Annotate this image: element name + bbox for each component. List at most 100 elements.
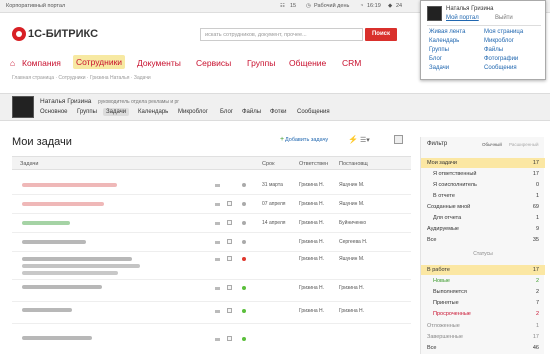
nav-home-icon[interactable]: ⌂ xyxy=(10,58,15,68)
subnav-blog[interactable]: Блог xyxy=(220,109,233,115)
status-item-completed[interactable]: Завершенные 17 xyxy=(421,332,545,342)
task-menu-icon[interactable] xyxy=(215,338,220,341)
task-responsible[interactable]: Гризина Н. xyxy=(299,201,324,207)
workday-icon[interactable]: ◷ xyxy=(306,3,311,9)
popup-link-messages[interactable]: Сообщения xyxy=(484,65,517,71)
nav-services[interactable]: Сервисы xyxy=(196,58,231,68)
column-deadline[interactable]: Срок xyxy=(262,161,275,167)
filter-item-coexecutor[interactable]: Я соисполнитель 0 xyxy=(421,180,545,190)
nav-groups[interactable]: Группы xyxy=(247,58,275,68)
subnav-files[interactable]: Файлы xyxy=(242,109,261,115)
task-creator[interactable]: Яшунин М. xyxy=(339,182,364,188)
task-creator[interactable]: Буйниченко xyxy=(339,220,366,226)
task-responsible[interactable]: Гризина Н. xyxy=(299,285,324,291)
task-menu-icon[interactable] xyxy=(215,222,220,225)
filter-mode-extended[interactable]: Расширенный xyxy=(509,142,538,147)
subnav-main[interactable]: Основное xyxy=(40,109,68,115)
popup-link-calendar[interactable]: Календарь xyxy=(429,38,459,44)
table-row[interactable]: Гризина Н. Яшунин М. xyxy=(12,252,411,280)
column-task[interactable]: Задачи xyxy=(20,161,38,167)
popup-link-blog[interactable]: Блог xyxy=(429,56,442,62)
profile-name[interactable]: Наталья Гризина xyxy=(40,98,91,105)
play-icon[interactable] xyxy=(227,336,232,341)
table-row[interactable]: Гризина Н. Гризина Н. xyxy=(12,280,411,302)
popup-link-microblog[interactable]: Микроблог xyxy=(484,38,514,44)
play-icon[interactable] xyxy=(227,239,232,244)
popup-link-files[interactable]: Файлы xyxy=(484,47,503,53)
column-responsible[interactable]: Ответствен xyxy=(299,161,328,167)
popup-link-my-page[interactable]: Моя страница xyxy=(484,29,523,35)
search-button[interactable]: Поиск xyxy=(365,28,397,41)
notification-icon[interactable]: ☷ xyxy=(280,3,285,9)
status-item-deferred[interactable]: Отложенные 1 xyxy=(421,321,545,331)
filter-item-created-by-me[interactable]: Созданные мной 69 xyxy=(421,202,545,212)
task-title-blurred[interactable] xyxy=(22,240,86,244)
task-title-blurred[interactable] xyxy=(22,257,132,261)
add-icon[interactable]: + xyxy=(280,136,284,143)
task-responsible[interactable]: Гризина Н. xyxy=(299,239,324,245)
nav-employees[interactable]: Сотрудники xyxy=(73,55,126,69)
filter-item-responsible[interactable]: Я ответственный 17 xyxy=(421,169,545,179)
nav-communication[interactable]: Общение xyxy=(289,58,326,68)
filter-item-audited[interactable]: Аудируемые 9 xyxy=(421,224,545,234)
task-creator[interactable]: Яшунин М. xyxy=(339,256,364,262)
subnav-microblog[interactable]: Микроблог xyxy=(178,109,208,115)
table-row[interactable]: Гризина Н. Сергеева Н. xyxy=(12,233,411,252)
workday-status[interactable]: Рабочий день xyxy=(314,3,349,9)
filter-item-for-report[interactable]: Для отчета 1 xyxy=(421,213,545,223)
task-title-blurred[interactable] xyxy=(22,202,104,206)
nav-company[interactable]: Компания xyxy=(22,58,61,68)
play-icon[interactable] xyxy=(227,201,232,206)
task-creator[interactable]: Сергеева Н. xyxy=(339,239,367,245)
table-row[interactable]: 07 апреля Гризина Н. Яшунин М. xyxy=(12,195,411,214)
popup-link-tasks[interactable]: Задачи xyxy=(429,65,449,71)
logo-text[interactable]: 1С-БИТРИКС xyxy=(28,28,98,40)
avatar[interactable] xyxy=(12,96,34,118)
task-responsible[interactable]: Гризина Н. xyxy=(299,308,324,314)
bell-icon[interactable]: ◆ xyxy=(388,3,392,9)
breadcrumb[interactable]: Главная страница · Сотрудники · Гризина … xyxy=(12,75,151,81)
task-menu-icon[interactable] xyxy=(215,203,220,206)
portal-name[interactable]: Корпоративный портал xyxy=(6,3,65,9)
play-icon[interactable] xyxy=(227,308,232,313)
search-input[interactable]: искать сотрудников, документ, прочее... xyxy=(200,28,363,41)
logout-link[interactable]: Выйти xyxy=(495,15,513,21)
filter-mode-normal[interactable]: Обычный xyxy=(482,142,502,147)
popup-link-live-feed[interactable]: Живая лента xyxy=(429,29,465,35)
subnav-photos[interactable]: Фотки xyxy=(270,109,287,115)
popup-link-groups[interactable]: Группы xyxy=(429,47,449,53)
task-menu-icon[interactable] xyxy=(215,184,220,187)
nav-documents[interactable]: Документы xyxy=(137,58,181,68)
popup-avatar[interactable] xyxy=(427,6,442,21)
bitrix-logo-icon[interactable] xyxy=(12,27,26,41)
task-title-blurred[interactable] xyxy=(22,285,102,289)
task-creator[interactable]: Гризина Н. xyxy=(339,285,364,291)
task-menu-icon[interactable] xyxy=(215,310,220,313)
filter-item-all[interactable]: Все 35 xyxy=(421,235,545,245)
column-creator[interactable]: Постановщ xyxy=(339,161,368,167)
task-creator[interactable]: Яшунин М. xyxy=(339,201,364,207)
task-menu-icon[interactable] xyxy=(215,241,220,244)
list-view-icon[interactable]: ☰▾ xyxy=(360,136,370,144)
table-row[interactable]: 14 апреля Гризина Н. Буйниченко xyxy=(12,214,411,233)
task-responsible[interactable]: Гризина Н. xyxy=(299,256,324,262)
status-item-overdue[interactable]: Просроченные 2 xyxy=(421,309,545,319)
status-item-running[interactable]: Выполняется 2 xyxy=(421,287,545,297)
task-title-blurred[interactable] xyxy=(22,308,72,312)
status-item-in-progress[interactable]: В работе 17 xyxy=(421,265,545,275)
subnav-calendar[interactable]: Календарь xyxy=(138,109,168,115)
play-icon[interactable] xyxy=(227,256,232,261)
lightning-icon[interactable]: ⚡ xyxy=(348,135,358,144)
add-task-link[interactable]: Добавить задачу xyxy=(285,137,328,143)
status-item-new[interactable]: Новые 2 xyxy=(421,276,545,286)
table-row[interactable]: 31 марта Гризина Н. Яшунин М. xyxy=(12,176,411,195)
task-menu-icon[interactable] xyxy=(215,258,220,261)
my-portal-link[interactable]: Мой портал xyxy=(446,15,479,21)
task-responsible[interactable]: Гризина Н. xyxy=(299,220,324,226)
task-responsible[interactable]: Гризина Н. xyxy=(299,182,324,188)
subnav-groups[interactable]: Группы xyxy=(77,109,97,115)
task-title-blurred[interactable] xyxy=(22,336,92,340)
edit-icon[interactable] xyxy=(227,220,232,225)
task-menu-icon[interactable] xyxy=(215,287,220,290)
popup-link-photos[interactable]: Фотографии xyxy=(484,56,518,62)
